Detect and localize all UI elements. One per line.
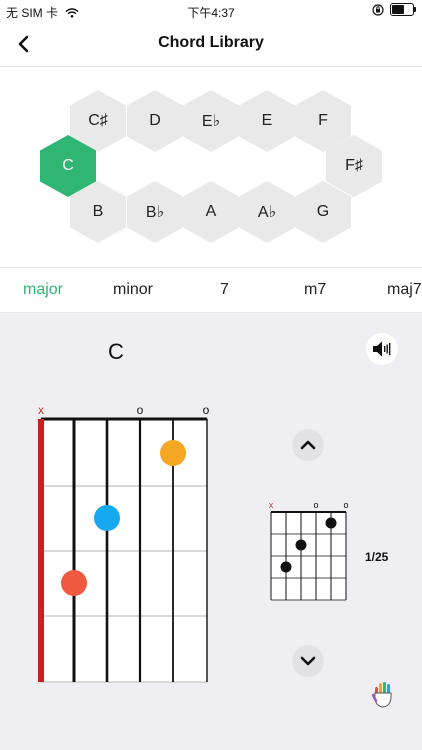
key-hex-bottom-2[interactable]: A (183, 181, 239, 243)
finger-color-button[interactable] (371, 681, 394, 709)
battery-icon (390, 3, 416, 16)
finger-dot-1 (160, 440, 186, 466)
string-marker-6: o (203, 403, 210, 417)
speaker-icon (373, 341, 391, 357)
tab-minor[interactable]: minor (113, 281, 153, 299)
mini-string-marker-1: x (269, 500, 274, 510)
nav-bar: Chord Library (0, 22, 422, 67)
key-hex-top-1[interactable]: D (127, 90, 183, 152)
status-bar: 无 SIM 卡 下午4:37 (0, 0, 422, 22)
mini-finger-dot-2 (295, 539, 307, 551)
key-hex-bottom-3[interactable]: A♭ (239, 181, 295, 243)
orientation-lock-icon (372, 3, 384, 16)
mini-string-marker-5: o (313, 500, 318, 510)
key-hex-top-2[interactable]: E♭ (183, 90, 239, 152)
voicing-pager: 1/25 (365, 550, 389, 564)
string-marker-5: o (137, 403, 144, 417)
fretboard-diagram: x o o (38, 403, 210, 683)
mini-string-marker-6: o (343, 500, 348, 510)
chord-detail-panel: C x o o x o o 1/25 (0, 313, 422, 750)
mini-finger-dot-3 (280, 561, 292, 573)
status-time: 下午4:37 (187, 6, 235, 20)
previous-voicing-button[interactable] (292, 429, 324, 461)
chevron-down-icon (300, 656, 316, 666)
mini-chord-diagram: x o o (269, 500, 349, 601)
tab-m7[interactable]: m7 (304, 281, 326, 299)
finger-dot-2 (94, 505, 120, 531)
tab-maj7[interactable]: maj7 (387, 281, 422, 299)
next-voicing-button[interactable] (292, 645, 324, 677)
chord-name: C (108, 339, 124, 364)
string-marker-1: x (38, 403, 44, 417)
key-hex-top-3[interactable]: E (239, 90, 295, 152)
tab-7[interactable]: 7 (220, 281, 229, 299)
finger-dot-3 (61, 570, 87, 596)
mini-finger-dot-1 (325, 517, 337, 529)
tab-major[interactable]: major (23, 281, 63, 299)
chevron-up-icon (300, 440, 316, 450)
play-sound-button[interactable] (366, 333, 398, 365)
key-selector: C♯ D E♭ E F C F♯ B B♭ A A♭ G (0, 67, 422, 268)
page-title: Chord Library (158, 34, 264, 51)
hand-icon (371, 682, 392, 708)
key-hex-bottom-1[interactable]: B♭ (127, 181, 183, 243)
chord-type-tabs: major minor 7 m7 maj7 (0, 268, 422, 313)
